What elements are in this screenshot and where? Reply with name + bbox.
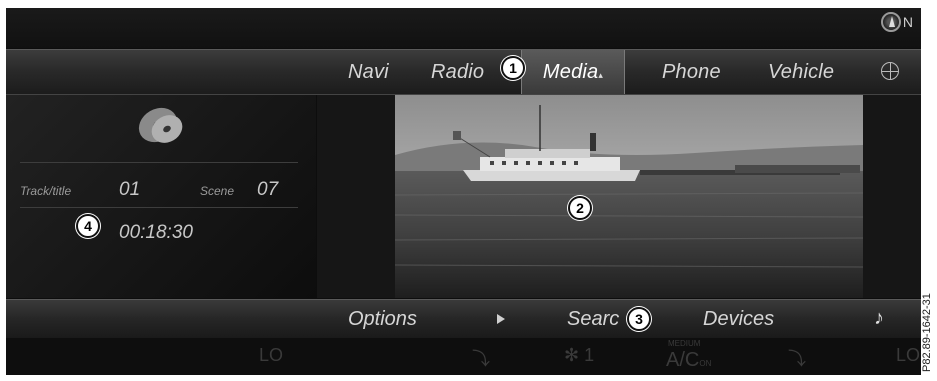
- ac-state: ON: [699, 359, 712, 368]
- airflow-right-icon: ⤵: [788, 349, 806, 369]
- info-divider: [20, 162, 298, 163]
- left-temperature: LO: [259, 345, 284, 365]
- status-strip: N: [6, 8, 921, 48]
- ac-mode: MEDIUM: [668, 339, 701, 348]
- track-number: 01: [119, 179, 141, 200]
- fan-speed-value: 1: [584, 345, 595, 365]
- media-info-panel: Track/title 01 Scene 07 00:18:30: [6, 95, 316, 298]
- menu-item-radio[interactable]: Radio: [431, 50, 484, 94]
- disc-icon: [138, 107, 183, 143]
- ac-label: A/CON: [666, 349, 711, 372]
- main-menu-bar: Navi Radio Media▴ Phone Vehicle: [6, 49, 921, 95]
- play-icon[interactable]: [497, 314, 505, 324]
- video-frame-steamship[interactable]: [395, 95, 863, 298]
- display-screen: N Navi Radio Media▴ Phone Vehicle Track/…: [6, 8, 921, 375]
- climate-bar: LO ⤵ ✻ 1 MEDIUM A/CON ⤵ LO: [6, 338, 921, 375]
- compass-icon: [880, 12, 901, 32]
- search-button[interactable]: Searc: [567, 300, 619, 338]
- ac-label-text: A/C: [666, 349, 700, 371]
- airflow-left-icon: ⤵: [472, 349, 490, 369]
- menu-item-phone[interactable]: Phone: [662, 50, 721, 94]
- track-title-label: Track/title: [20, 184, 72, 198]
- info-divider: [20, 207, 298, 208]
- devices-button[interactable]: Devices: [703, 300, 774, 338]
- media-control-bar: Options Searc Devices ♪: [6, 299, 921, 339]
- music-note-icon[interactable]: ♪: [874, 308, 884, 328]
- menu-item-media[interactable]: Media▴: [521, 50, 625, 94]
- callout-1: 1: [501, 56, 525, 80]
- scene-label: Scene: [200, 184, 235, 198]
- video-area: [317, 95, 921, 298]
- menu-item-navi[interactable]: Navi: [348, 50, 389, 94]
- menu-item-media-label: Media: [542, 61, 599, 83]
- elapsed-time: 00:18:30: [119, 222, 193, 243]
- compass-heading: N: [902, 14, 913, 30]
- figure-code: P82.89-1642-31: [921, 293, 933, 372]
- compass: N: [880, 12, 913, 32]
- scene-number: 07: [257, 179, 279, 200]
- callout-2: 2: [568, 196, 592, 220]
- fan-speed: ✻ 1: [564, 345, 595, 365]
- submenu-indicator-icon: ▴: [598, 70, 604, 80]
- right-temperature: LO: [896, 345, 921, 365]
- menu-item-vehicle[interactable]: Vehicle: [768, 50, 834, 94]
- callout-3: 3: [627, 307, 651, 331]
- callout-4: 4: [76, 214, 100, 238]
- globe-icon[interactable]: [881, 62, 899, 80]
- options-button[interactable]: Options: [348, 300, 417, 338]
